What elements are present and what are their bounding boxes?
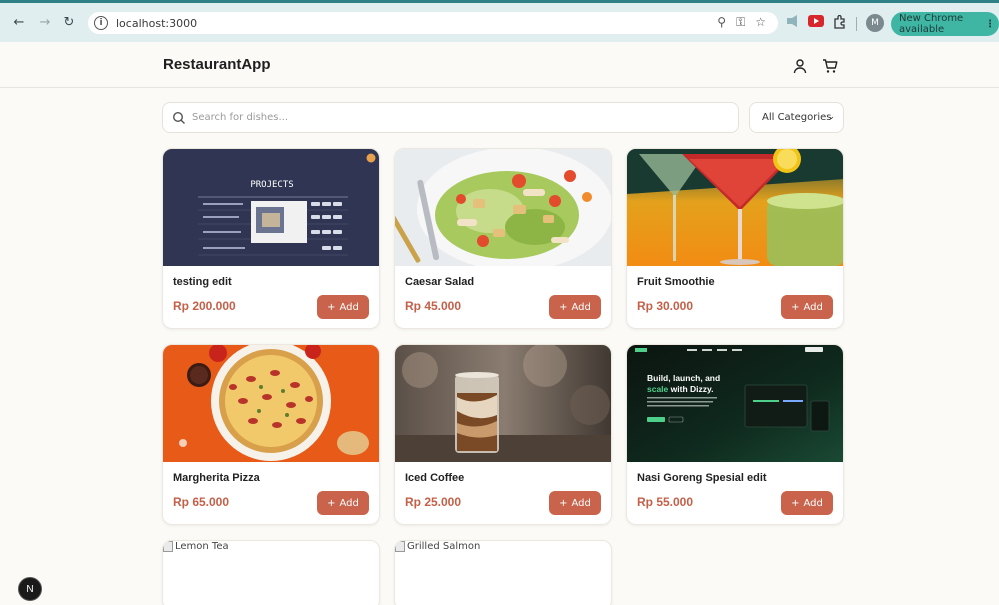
dish-name: Fruit Smoothie (637, 276, 715, 288)
add-to-cart-button[interactable]: + Add (549, 295, 601, 319)
forward-icon[interactable]: → (34, 11, 56, 33)
add-label: Add (803, 301, 823, 313)
plus-icon: + (791, 497, 800, 509)
back-icon[interactable]: ← (8, 11, 30, 33)
menu-card[interactable]: Iced Coffee Rp 25.000 + Add (394, 344, 612, 525)
menu-card[interactable]: Fruit Smoothie Rp 30.000 + Add (626, 148, 844, 329)
zoom-icon[interactable]: ⚲ (717, 15, 726, 30)
menu-dots-icon[interactable]: ⋮ (985, 19, 995, 30)
menu-card[interactable]: PROJECTS testing edit Rp 200.000 + Add (162, 148, 380, 329)
add-to-cart-button[interactable]: + Add (317, 491, 369, 515)
dish-price: Rp 55.000 (637, 495, 694, 509)
app-header: RestaurantApp (0, 42, 999, 88)
broken-image: Lemon Tea (163, 541, 229, 552)
plus-icon: + (327, 301, 336, 313)
category-select[interactable]: All Categories ⌄ (749, 102, 844, 133)
dish-price: Rp 45.000 (405, 299, 462, 313)
hero-line-2b: with Dizzy. (668, 384, 713, 394)
dish-name: Iced Coffee (405, 472, 465, 484)
address-bar[interactable]: i localhost:3000 ⚲ ⚿ ☆ (88, 12, 778, 34)
brand-logo[interactable]: RestaurantApp (163, 56, 271, 73)
dish-name: Caesar Salad (405, 276, 475, 288)
search-box (162, 102, 739, 133)
plus-icon: + (559, 301, 568, 313)
nextjs-dev-badge[interactable]: N (18, 577, 42, 601)
password-key-icon[interactable]: ⚿ (736, 15, 745, 30)
dish-name: Nasi Goreng Spesial edit (637, 472, 767, 484)
category-select-value: All Categories (762, 112, 832, 123)
dish-name: Margherita Pizza (173, 472, 260, 484)
dish-image (395, 345, 611, 462)
reload-icon[interactable]: ↻ (58, 11, 80, 33)
menu-card[interactable]: Caesar Salad Rp 45.000 + Add (394, 148, 612, 329)
menu-card[interactable]: Lemon Tea (162, 540, 380, 605)
profile-avatar[interactable]: M (866, 14, 884, 32)
site-info-icon[interactable]: i (94, 16, 108, 30)
projects-title: PROJECTS (250, 180, 293, 190)
add-label: Add (339, 497, 359, 509)
dish-price: Rp 65.000 (173, 495, 230, 509)
plus-icon: + (791, 301, 800, 313)
dish-image (163, 345, 379, 462)
toolbar-divider (856, 17, 857, 31)
svg-text:scale with Dizzy.: scale with Dizzy. (647, 384, 713, 394)
add-to-cart-button[interactable]: + Add (781, 295, 833, 319)
plus-icon: + (559, 497, 568, 509)
hero-line-1: Build, launch, and (647, 373, 720, 383)
cart-icon[interactable] (822, 58, 838, 74)
add-label: Add (571, 301, 591, 313)
media-extension-icon[interactable] (786, 15, 800, 27)
add-to-cart-button[interactable]: + Add (317, 295, 369, 319)
user-icon[interactable] (792, 58, 808, 74)
add-label: Add (571, 497, 591, 509)
extensions-puzzle-icon[interactable] (832, 15, 846, 29)
search-icon (172, 111, 185, 124)
add-to-cart-button[interactable]: + Add (549, 491, 601, 515)
chrome-update-label: New Chrome available (899, 13, 964, 35)
menu-card[interactable]: Grilled Salmon (394, 540, 612, 605)
plus-icon: + (327, 497, 336, 509)
dish-image: Build, launch, and scale with Dizzy. (627, 345, 843, 462)
dish-image (627, 149, 843, 266)
browser-toolbar: ← → ↻ i localhost:3000 ⚲ ⚿ ☆ M New Chrom… (0, 0, 999, 42)
broken-image-icon (395, 541, 405, 552)
dish-price: Rp 25.000 (405, 495, 462, 509)
broken-image: Grilled Salmon (395, 541, 480, 552)
search-input[interactable] (192, 112, 712, 123)
add-to-cart-button[interactable]: + Add (781, 491, 833, 515)
broken-image-icon (163, 541, 173, 552)
bookmark-star-icon[interactable]: ☆ (755, 15, 766, 30)
dish-price: Rp 200.000 (173, 299, 236, 313)
chrome-update-button[interactable]: New Chrome available ⋮ (891, 12, 999, 36)
image-alt-text: Grilled Salmon (407, 541, 481, 552)
hero-line-2a: scale (647, 384, 669, 394)
dish-image: PROJECTS (163, 149, 379, 266)
dish-price: Rp 30.000 (637, 299, 694, 313)
menu-card[interactable]: Build, launch, and scale with Dizzy. Nas… (626, 344, 844, 525)
chevron-down-icon: ⌄ (827, 112, 835, 122)
add-label: Add (339, 301, 359, 313)
image-alt-text: Lemon Tea (175, 541, 229, 552)
url-text: localhost:3000 (116, 16, 198, 30)
dish-image (395, 149, 611, 266)
add-label: Add (803, 497, 823, 509)
dish-name: testing edit (173, 276, 232, 288)
menu-card[interactable]: Margherita Pizza Rp 65.000 + Add (162, 344, 380, 525)
youtube-extension-icon[interactable] (808, 15, 824, 27)
